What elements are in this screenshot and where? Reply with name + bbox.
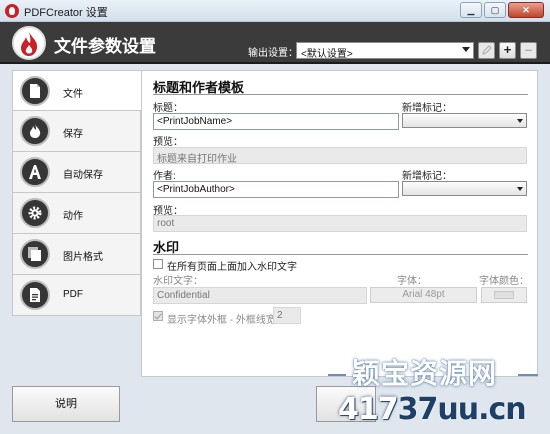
watermark-line-2: 41737uu.cn bbox=[338, 392, 527, 427]
author-label: 作者: bbox=[153, 171, 176, 182]
window-title: PDFCreator 设置 bbox=[24, 7, 108, 19]
watermark-enable-checkbox[interactable] bbox=[153, 259, 163, 269]
gear-icon bbox=[20, 198, 50, 228]
close-button[interactable]: ✕ bbox=[508, 2, 544, 18]
document-icon bbox=[20, 76, 50, 106]
watermark-outline-checkbox[interactable] bbox=[153, 311, 163, 321]
edit-profile-button[interactable] bbox=[478, 42, 495, 59]
watermark-font-label: 字体： bbox=[397, 276, 427, 287]
watermark-digits: 417 bbox=[338, 392, 399, 427]
watermark-font-button[interactable]: Arial 48pt bbox=[370, 287, 477, 303]
sidebar-item-image-formats[interactable]: 图片格式 bbox=[12, 234, 141, 275]
sidebar-item-actions[interactable]: 动作 bbox=[12, 193, 141, 234]
profile-select[interactable]: <默认设置> bbox=[296, 42, 474, 60]
sidebar-item-label: PDF bbox=[63, 289, 83, 300]
window-titlebar: PDFCreator 设置 ▁ ▢ ✕ bbox=[0, 0, 550, 22]
minimize-button[interactable]: ▁ bbox=[460, 2, 482, 18]
profile-label: 输出设置： bbox=[248, 48, 298, 59]
site-watermark: 颖宝资源网 41737uu.cn bbox=[322, 352, 550, 434]
flame-icon bbox=[20, 116, 50, 146]
maximize-button[interactable]: ▢ bbox=[484, 2, 506, 18]
watermark-line-1: 颖宝资源网 bbox=[352, 357, 498, 390]
watermark-dash bbox=[328, 374, 346, 376]
author-token-select[interactable] bbox=[402, 181, 527, 196]
watermark-color-label: 字体颜色： bbox=[479, 276, 529, 287]
profile-select-value: <默认设置> bbox=[301, 49, 353, 60]
chevron-down-icon bbox=[462, 47, 470, 52]
remove-profile-button[interactable]: – bbox=[520, 42, 537, 59]
author-preview-field: root bbox=[153, 215, 527, 232]
help-button[interactable]: 说明 bbox=[12, 386, 120, 422]
page-title: 文件参数设置 bbox=[54, 37, 156, 56]
title-preview-field: 标题来自打印作业 bbox=[153, 147, 527, 165]
watermark-enable-label: 在所有页面上面加入水印文字 bbox=[167, 262, 297, 273]
sidebar-item-file[interactable]: 文件 bbox=[12, 70, 142, 111]
author-token-label: 新增标记： bbox=[402, 171, 452, 182]
pdfcreator-logo-icon bbox=[12, 26, 46, 60]
sidebar-item-label: 文件 bbox=[63, 89, 83, 100]
images-icon bbox=[20, 239, 50, 269]
title-label: 标题： bbox=[153, 103, 183, 114]
watermark-text-input[interactable]: Confidential bbox=[153, 287, 367, 304]
sidebar-item-save[interactable]: 保存 bbox=[12, 111, 141, 152]
sidebar-item-label: 动作 bbox=[63, 211, 83, 222]
section-divider bbox=[153, 94, 528, 95]
title-template-input[interactable]: <PrintJobName> bbox=[153, 113, 399, 130]
watermark-text-label: 水印文字： bbox=[153, 276, 203, 287]
title-token-label: 新增标记： bbox=[402, 103, 452, 114]
window-controls: ▁ ▢ ✕ bbox=[460, 2, 544, 18]
sidebar-item-pdf[interactable]: PDF bbox=[12, 275, 141, 316]
add-profile-button[interactable]: + bbox=[499, 42, 516, 59]
outline-width-input[interactable]: 2 bbox=[273, 307, 301, 324]
sidebar-item-autosave[interactable]: 自动保存 bbox=[12, 152, 141, 193]
section-divider bbox=[153, 254, 528, 255]
watermark-outline-label: 显示字体外框 - 外框线宽： bbox=[167, 315, 286, 326]
chevron-down-icon bbox=[517, 119, 523, 123]
chevron-down-icon bbox=[517, 187, 523, 191]
letter-a-icon bbox=[20, 157, 50, 187]
watermark-domain: 37uu.cn bbox=[397, 392, 527, 427]
watermark-dash bbox=[518, 374, 538, 376]
author-template-input[interactable]: <PrintJobAuthor> bbox=[153, 181, 399, 198]
color-swatch bbox=[494, 291, 514, 299]
title-token-select[interactable] bbox=[402, 113, 527, 128]
settings-header: 文件参数设置 输出设置： <默认设置> + – bbox=[0, 22, 550, 64]
sidebar-item-label: 自动保存 bbox=[63, 170, 103, 181]
sidebar-item-label: 保存 bbox=[63, 129, 83, 140]
pencil-icon bbox=[482, 45, 492, 55]
pdf-document-icon bbox=[20, 280, 50, 310]
app-icon bbox=[5, 4, 19, 18]
watermark-color-button[interactable] bbox=[481, 287, 527, 303]
sidebar-nav: 文件 保存 自动保存 动作 图片格式 PDF bbox=[12, 70, 142, 316]
settings-panel: 标题和作者模板 标题： 新增标记： <PrintJobName> 预览： 标题来… bbox=[141, 70, 538, 377]
sidebar-item-label: 图片格式 bbox=[63, 252, 103, 263]
title-preview-label: 预览： bbox=[153, 137, 183, 148]
